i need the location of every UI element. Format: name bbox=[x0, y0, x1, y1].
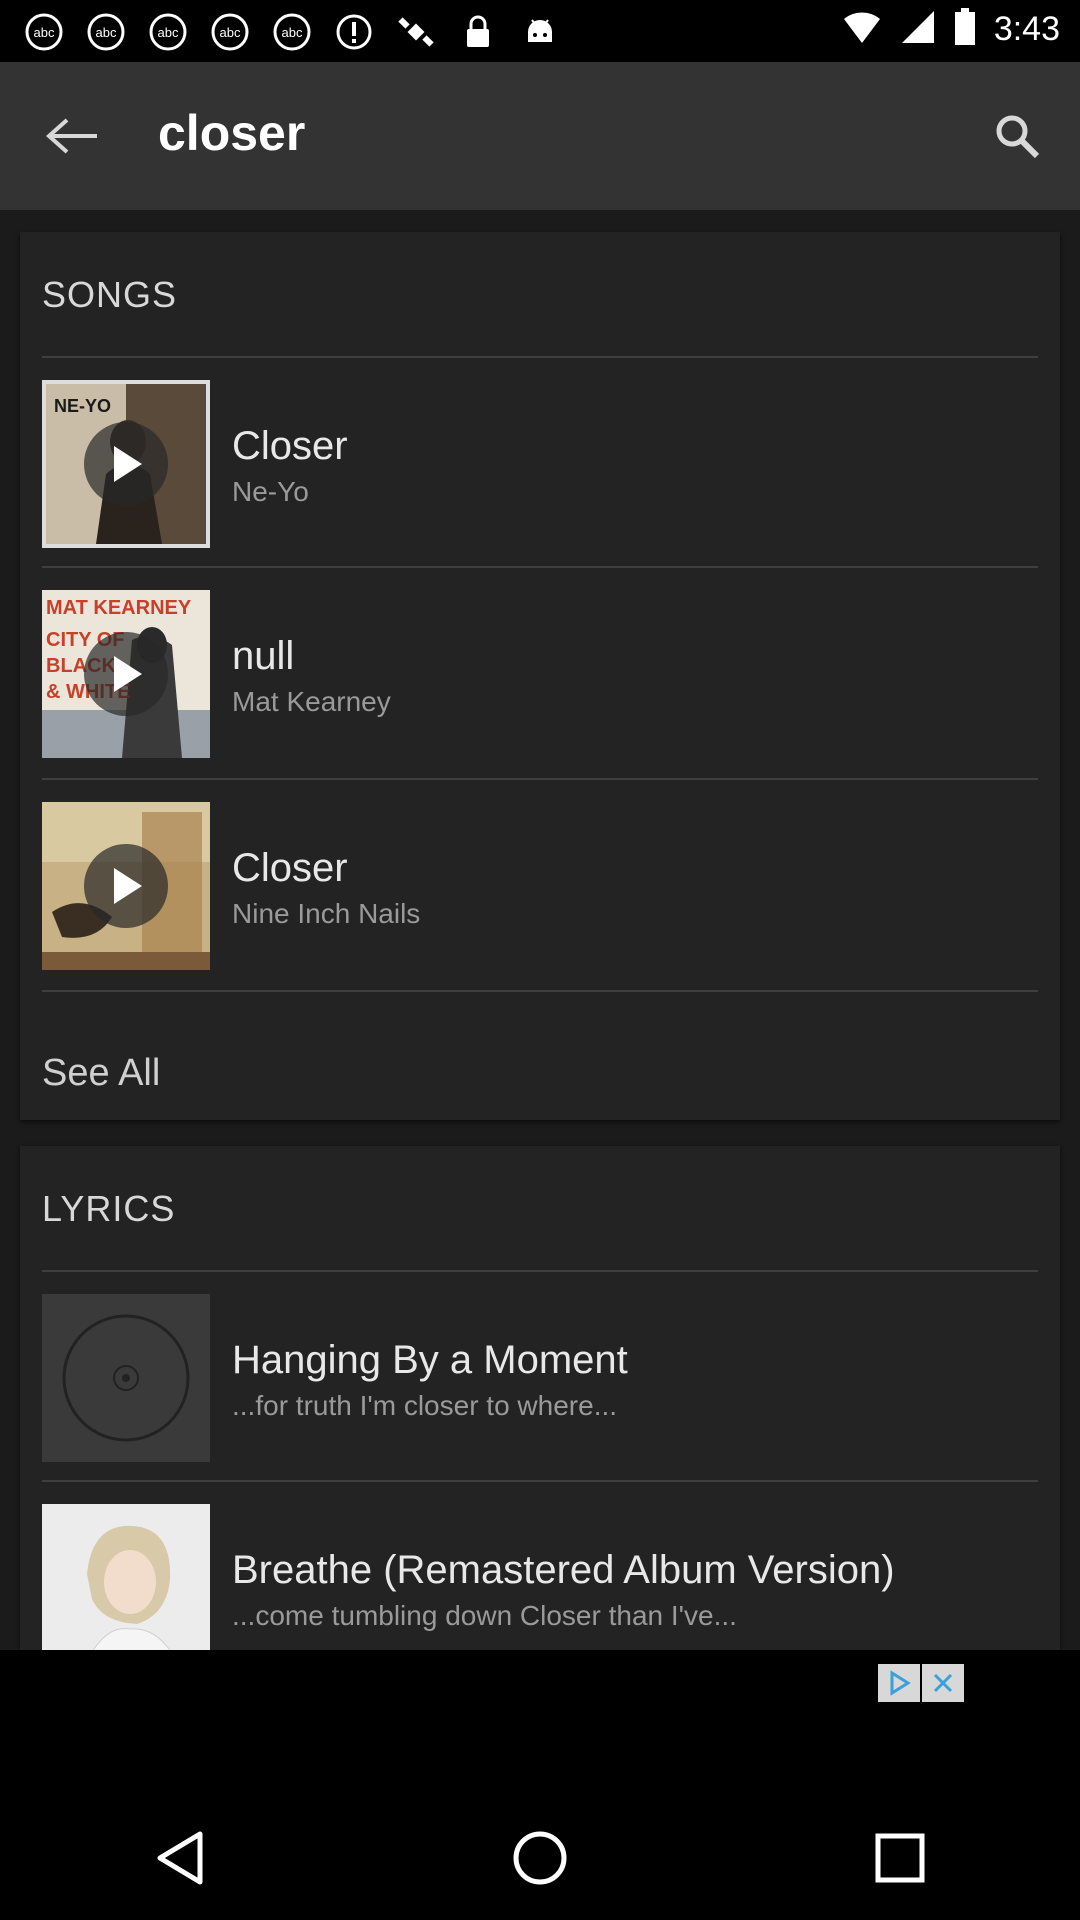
song-title: Closer bbox=[232, 424, 348, 468]
svg-text:NE-YO: NE-YO bbox=[54, 396, 111, 416]
lyric-title: Hanging By a Moment bbox=[232, 1338, 628, 1382]
svg-text:abc: abc bbox=[34, 25, 55, 40]
play-icon[interactable] bbox=[84, 422, 168, 506]
status-bar: abc abc abc abc abc 3:43 bbox=[0, 0, 1080, 62]
disc-icon bbox=[62, 1314, 190, 1442]
svg-text:abc: abc bbox=[158, 25, 179, 40]
battery-icon bbox=[954, 8, 976, 51]
abc-news-icon: abc bbox=[84, 12, 128, 52]
lyric-snippet: ...come tumbling down Closer than I've..… bbox=[232, 1600, 737, 1631]
songs-heading: SONGS bbox=[42, 274, 178, 315]
app-bar: closer bbox=[0, 62, 1080, 210]
ad-banner[interactable] bbox=[0, 1650, 1080, 1795]
lyric-snippet: ...for truth I'm closer to where... bbox=[232, 1390, 618, 1421]
lock-icon bbox=[456, 12, 500, 52]
see-all-button[interactable]: See All bbox=[42, 1052, 160, 1095]
notification-icons: abc abc abc abc abc bbox=[22, 12, 562, 52]
svg-text:abc: abc bbox=[220, 25, 241, 40]
search-button[interactable] bbox=[982, 106, 1052, 166]
system-status: 3:43 bbox=[842, 8, 1060, 51]
album-art: NE-YO bbox=[42, 380, 210, 548]
divider bbox=[42, 990, 1038, 992]
divider bbox=[42, 778, 1038, 780]
android-icon bbox=[518, 12, 562, 52]
ad-controls bbox=[878, 1664, 966, 1702]
song-title: Closer bbox=[232, 846, 348, 890]
lyric-row-2[interactable]: Breathe (Remastered Album Version) ...co… bbox=[42, 1504, 1038, 1650]
triangle-back-icon bbox=[157, 1831, 203, 1884]
lyric-title: Breathe (Remastered Album Version) bbox=[232, 1548, 895, 1592]
play-icon[interactable] bbox=[84, 844, 168, 928]
divider bbox=[42, 356, 1038, 358]
wifi-icon bbox=[842, 9, 882, 50]
song-artist: Ne-Yo bbox=[232, 476, 309, 507]
page-title: closer bbox=[158, 105, 306, 161]
songs-card: SONGS NE-YO Closer Ne-Yo MAT KEARNEY CIT… bbox=[20, 232, 1060, 1120]
divider bbox=[42, 1270, 1038, 1272]
nav-recents-button[interactable] bbox=[855, 1813, 945, 1903]
info-icon bbox=[332, 12, 376, 52]
back-button[interactable] bbox=[38, 106, 108, 166]
circle-home-icon bbox=[513, 1831, 567, 1884]
song-row-2[interactable]: MAT KEARNEY CITY OF BLACK & WHITE null M… bbox=[42, 590, 1038, 758]
divider bbox=[42, 1480, 1038, 1482]
song-row-1[interactable]: NE-YO Closer Ne-Yo bbox=[42, 380, 1038, 548]
abc-news-icon: abc bbox=[270, 12, 314, 52]
song-artist: Nine Inch Nails bbox=[232, 898, 421, 929]
lyric-row-1[interactable]: Hanging By a Moment ...for truth I'm clo… bbox=[42, 1294, 1038, 1462]
album-art-placeholder bbox=[42, 1294, 210, 1462]
song-artist: Mat Kearney bbox=[232, 686, 391, 717]
signal-icon bbox=[900, 9, 936, 50]
abc-news-icon: abc bbox=[22, 12, 66, 52]
svg-text:abc: abc bbox=[282, 25, 303, 40]
close-ad-icon[interactable] bbox=[922, 1664, 964, 1702]
satellite-icon bbox=[394, 12, 438, 52]
nav-home-button[interactable] bbox=[495, 1813, 585, 1903]
adchoices-icon[interactable] bbox=[878, 1664, 920, 1702]
square-recents-icon bbox=[875, 1833, 925, 1882]
search-results[interactable]: SONGS NE-YO Closer Ne-Yo MAT KEARNEY CIT… bbox=[0, 210, 1080, 1650]
song-row-3[interactable]: Closer Nine Inch Nails bbox=[42, 802, 1038, 970]
navigation-bar bbox=[0, 1795, 1080, 1920]
abc-news-icon: abc bbox=[146, 12, 190, 52]
song-title: null bbox=[232, 634, 295, 678]
album-art bbox=[42, 1504, 210, 1650]
svg-text:MAT KEARNEY: MAT KEARNEY bbox=[46, 597, 192, 619]
clock: 3:43 bbox=[993, 10, 1060, 48]
arrow-back-icon bbox=[45, 118, 97, 154]
nav-back-button[interactable] bbox=[135, 1813, 225, 1903]
abc-news-icon: abc bbox=[208, 12, 252, 52]
lyrics-card: LYRICS Hanging By a Moment ...for truth … bbox=[20, 1146, 1060, 1650]
svg-text:abc: abc bbox=[96, 25, 117, 40]
album-art: MAT KEARNEY CITY OF BLACK & WHITE bbox=[42, 590, 210, 758]
divider bbox=[42, 566, 1038, 568]
lyrics-heading: LYRICS bbox=[42, 1188, 176, 1229]
play-icon[interactable] bbox=[84, 632, 168, 716]
album-art bbox=[42, 802, 210, 970]
search-icon bbox=[996, 115, 1040, 159]
